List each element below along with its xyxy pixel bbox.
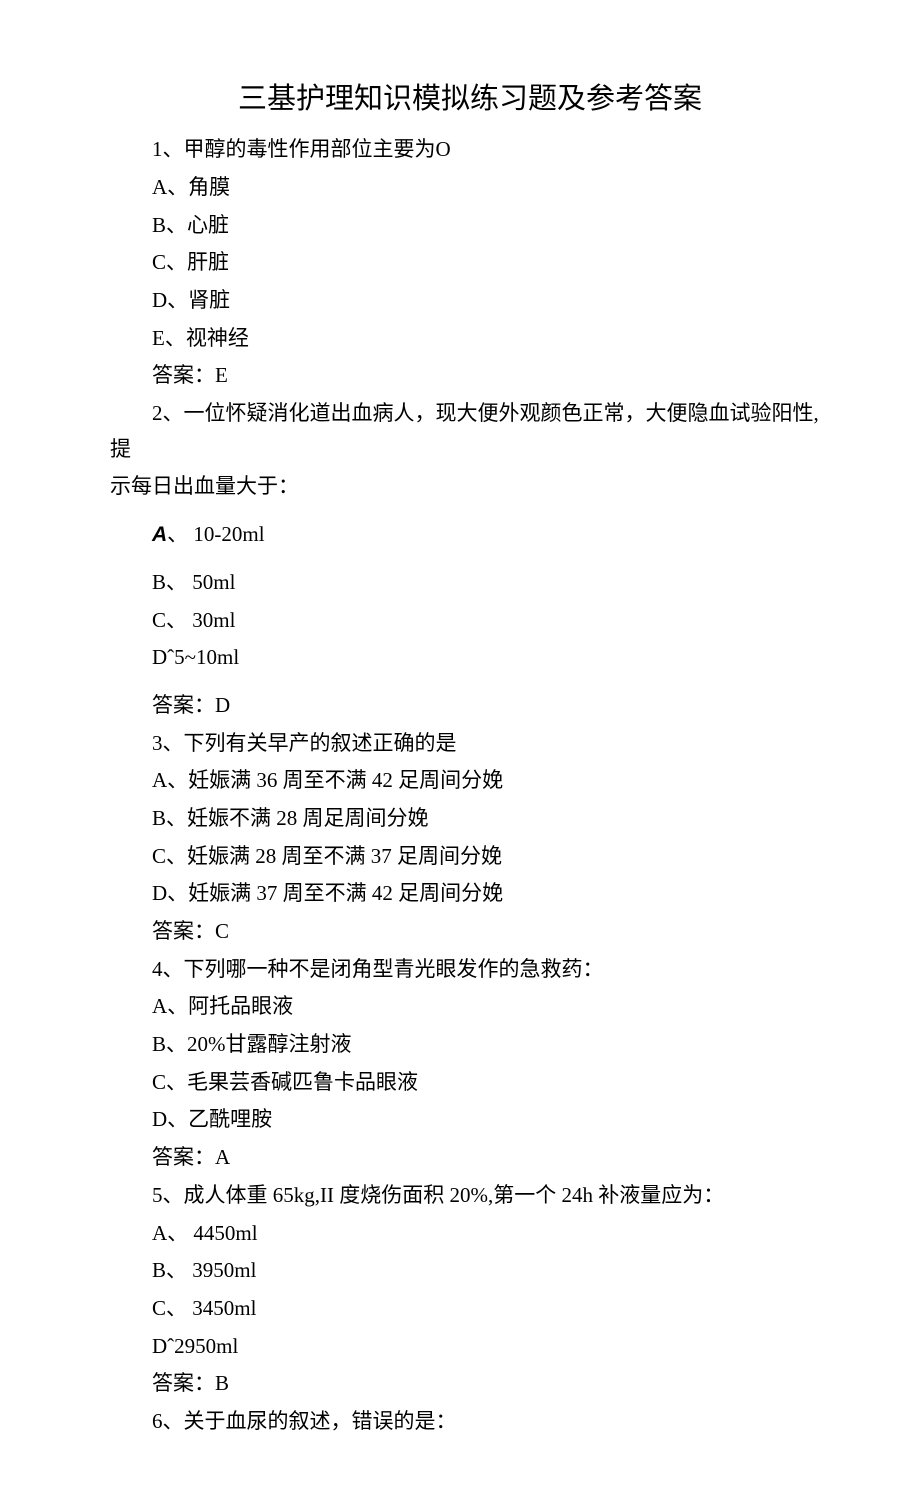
q3-option-a: A、妊娠满 36 周至不满 42 足周间分娩 xyxy=(110,763,830,799)
q1-option-a: A、角膜 xyxy=(110,170,830,206)
q4-stem: 4、下列哪一种不是闭角型青光眼发作的急救药： xyxy=(110,952,830,988)
q6-stem: 6、关于血尿的叙述，错误的是： xyxy=(110,1404,830,1440)
q5-stem: 5、成人体重 65kg,II 度烧伤面积 20%,第一个 24h 补液量应为： xyxy=(110,1178,830,1214)
q3-stem: 3、下列有关早产的叙述正确的是 xyxy=(110,726,830,762)
q4-answer: 答案：A xyxy=(110,1140,830,1176)
q1-option-e: E、视神经 xyxy=(110,321,830,357)
q2-option-a-prefix: A xyxy=(152,523,167,546)
q4-option-d: D、乙酰哩胺 xyxy=(110,1102,830,1138)
q3-option-d: D、妊娠满 37 周至不满 42 足周间分娩 xyxy=(110,876,830,912)
q2-option-a-suffix: 、 10-20ml xyxy=(167,522,264,546)
q2-answer: 答案：D xyxy=(110,688,830,724)
q1-option-d: D、肾脏 xyxy=(110,283,830,319)
q1-option-c: C、肝脏 xyxy=(110,245,830,281)
q2-stem-part2: 示每日出血量大于： xyxy=(110,469,830,505)
q3-option-b: B、妊娠不满 28 周足周间分娩 xyxy=(110,801,830,837)
q3-answer: 答案：C xyxy=(110,914,830,950)
q2-option-a: A、 10-20ml xyxy=(110,517,830,553)
page-title: 三基护理知识模拟练习题及参考答案 xyxy=(110,75,830,124)
q4-option-c: C、毛果芸香碱匹鲁卡品眼液 xyxy=(110,1065,830,1101)
q1-answer: 答案：E xyxy=(110,358,830,394)
q5-answer: 答案：B xyxy=(110,1366,830,1402)
q2-option-b: B、 50ml xyxy=(110,565,830,601)
q1-stem: 1、甲醇的毒性作用部位主要为O xyxy=(110,132,830,168)
q2-option-d: Dˆ5~10ml xyxy=(110,640,830,676)
q5-option-a: A、 4450ml xyxy=(110,1216,830,1252)
q4-option-b: B、20%甘露醇注射液 xyxy=(110,1027,830,1063)
q5-option-c: C、 3450ml xyxy=(110,1291,830,1327)
q1-option-b: B、心脏 xyxy=(110,208,830,244)
q5-option-b: B、 3950ml xyxy=(110,1253,830,1289)
q2-stem-part1: 2、一位怀疑消化道出血病人，现大便外观颜色正常，大便隐血试验阳性,提 xyxy=(110,396,830,467)
q4-option-a: A、阿托品眼液 xyxy=(110,989,830,1025)
q2-option-c: C、 30ml xyxy=(110,603,830,639)
q3-option-c: C、妊娠满 28 周至不满 37 足周间分娩 xyxy=(110,839,830,875)
q5-option-d: Dˆ2950ml xyxy=(110,1329,830,1365)
